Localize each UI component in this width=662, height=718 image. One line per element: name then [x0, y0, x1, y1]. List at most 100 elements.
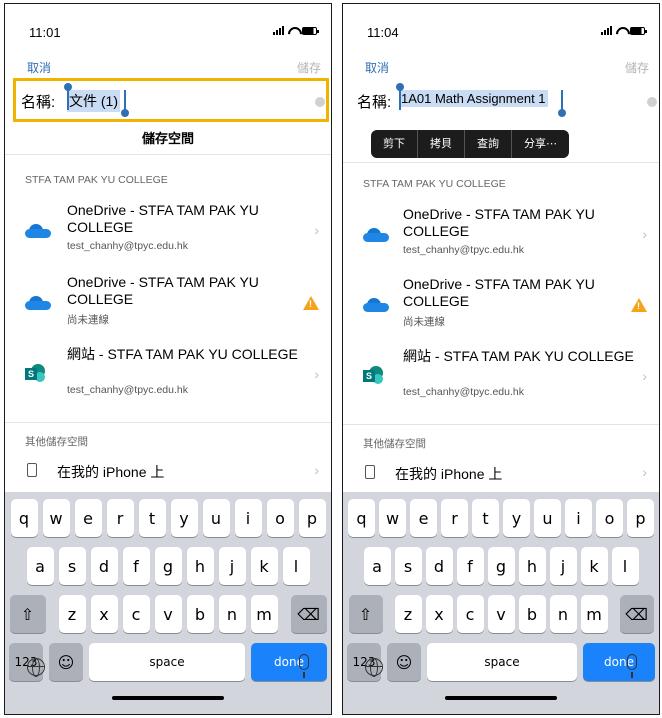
key-k[interactable]: k — [250, 547, 278, 585]
key-j[interactable]: j — [549, 547, 577, 585]
key-d[interactable]: d — [425, 547, 453, 585]
menu-cut[interactable]: 剪下 — [371, 130, 418, 158]
backspace-key[interactable]: ⌫ — [619, 595, 654, 633]
nav-bar: 取消 儲存 — [5, 59, 331, 79]
clear-icon[interactable] — [647, 97, 657, 107]
storage-item-onedrive-offline[interactable]: OneDrive - STFA TAM PAK YU COLLEGE 尚未連線 … — [343, 272, 659, 338]
key-w[interactable]: w — [379, 499, 406, 537]
key-f[interactable]: f — [456, 547, 484, 585]
keyboard-row-3: ⇧ z x c v b n m ⌫ — [5, 595, 331, 633]
key-r[interactable]: r — [106, 499, 134, 537]
key-y[interactable]: y — [503, 499, 530, 537]
key-g[interactable]: g — [154, 547, 182, 585]
status-indicators — [273, 26, 319, 35]
left-screen: 11:01 取消 儲存 名稱: 文件 (1) 儲存空間 STFA TAM PAK… — [4, 3, 332, 715]
key-n[interactable]: n — [218, 595, 246, 633]
microphone-icon[interactable] — [627, 654, 637, 678]
key-a[interactable]: a — [363, 547, 391, 585]
storage-item-account: test_chanhy@tpyc.edu.hk — [403, 244, 524, 256]
sharepoint-icon: S — [363, 366, 383, 386]
key-v[interactable]: v — [487, 595, 515, 633]
menu-copy[interactable]: 拷貝 — [418, 130, 465, 158]
key-s[interactable]: s — [394, 547, 422, 585]
key-t[interactable]: t — [138, 499, 166, 537]
name-field[interactable]: 名稱: 1A01 Math Assignment 1 — [347, 83, 657, 120]
key-o[interactable]: o — [596, 499, 623, 537]
globe-icon[interactable] — [27, 658, 45, 677]
key-w[interactable]: w — [42, 499, 70, 537]
key-r[interactable]: r — [441, 499, 468, 537]
key-h[interactable]: h — [518, 547, 546, 585]
storage-item-account: test_chanhy@tpyc.edu.hk — [67, 384, 188, 396]
key-z[interactable]: z — [58, 595, 86, 633]
cancel-button[interactable]: 取消 — [27, 59, 51, 76]
status-indicators — [601, 26, 647, 35]
key-i[interactable]: i — [234, 499, 262, 537]
key-g[interactable]: g — [487, 547, 515, 585]
shift-key[interactable]: ⇧ — [348, 595, 383, 633]
edit-context-menu: 剪下 拷貝 查詢 分享⋯ — [371, 130, 569, 158]
storage-item-sharepoint[interactable]: S 網站 - STFA TAM PAK YU COLLEGE test_chan… — [5, 342, 331, 408]
microphone-icon[interactable] — [299, 654, 309, 678]
storage-item-iphone[interactable]: 在我的 iPhone 上 › — [343, 461, 659, 485]
home-indicator[interactable] — [112, 696, 224, 700]
save-button[interactable]: 儲存 — [625, 59, 649, 76]
selection-start-handle[interactable] — [396, 83, 404, 110]
key-x[interactable]: x — [90, 595, 118, 633]
key-t[interactable]: t — [472, 499, 499, 537]
key-u[interactable]: u — [202, 499, 230, 537]
storage-item-title: OneDrive - STFA TAM PAK YU COLLEGE — [403, 276, 595, 309]
storage-item-onedrive[interactable]: OneDrive - STFA TAM PAK YU COLLEGE test_… — [5, 198, 331, 264]
key-p[interactable]: p — [627, 499, 654, 537]
key-v[interactable]: v — [154, 595, 182, 633]
key-l[interactable]: l — [611, 547, 639, 585]
key-q[interactable]: q — [10, 499, 38, 537]
key-l[interactable]: l — [282, 547, 310, 585]
save-button[interactable]: 儲存 — [297, 59, 321, 76]
key-z[interactable]: z — [394, 595, 422, 633]
key-i[interactable]: i — [565, 499, 592, 537]
key-b[interactable]: b — [518, 595, 546, 633]
key-c[interactable]: c — [122, 595, 150, 633]
key-d[interactable]: d — [90, 547, 118, 585]
name-input[interactable]: 1A01 Math Assignment 1 — [399, 90, 548, 107]
backspace-key[interactable]: ⌫ — [290, 595, 327, 633]
key-p[interactable]: p — [298, 499, 326, 537]
key-b[interactable]: b — [186, 595, 214, 633]
storage-item-status: 尚未連線 — [67, 314, 109, 326]
key-q[interactable]: q — [348, 499, 375, 537]
key-s[interactable]: s — [58, 547, 86, 585]
storage-item-onedrive[interactable]: OneDrive - STFA TAM PAK YU COLLEGE test_… — [343, 202, 659, 268]
storage-item-iphone[interactable]: 在我的 iPhone 上 › — [5, 459, 331, 483]
key-y[interactable]: y — [170, 499, 198, 537]
battery-icon — [302, 26, 319, 35]
storage-item-onedrive-offline[interactable]: OneDrive - STFA TAM PAK YU COLLEGE 尚未連線 … — [5, 270, 331, 336]
storage-item-title: OneDrive - STFA TAM PAK YU COLLEGE — [403, 206, 595, 239]
key-o[interactable]: o — [266, 499, 294, 537]
key-e[interactable]: e — [74, 499, 102, 537]
key-k[interactable]: k — [580, 547, 608, 585]
menu-lookup[interactable]: 查詢 — [465, 130, 512, 158]
globe-icon[interactable] — [365, 658, 383, 677]
key-u[interactable]: u — [534, 499, 561, 537]
warning-icon: ! — [303, 296, 319, 310]
key-e[interactable]: e — [410, 499, 437, 537]
key-x[interactable]: x — [425, 595, 453, 633]
key-a[interactable]: a — [26, 547, 54, 585]
storage-item-title: OneDrive - STFA TAM PAK YU COLLEGE — [67, 202, 259, 235]
cancel-button[interactable]: 取消 — [365, 59, 389, 76]
key-f[interactable]: f — [122, 547, 150, 585]
shift-key[interactable]: ⇧ — [9, 595, 46, 633]
menu-share[interactable]: 分享⋯ — [512, 130, 569, 158]
selection-end-handle[interactable] — [558, 90, 566, 117]
key-m[interactable]: m — [580, 595, 608, 633]
key-m[interactable]: m — [250, 595, 278, 633]
key-n[interactable]: n — [549, 595, 577, 633]
chevron-right-icon: › — [642, 464, 647, 480]
storage-item-sharepoint[interactable]: S 網站 - STFA TAM PAK YU COLLEGE test_chan… — [343, 344, 659, 410]
nav-bar: 取消 儲存 — [343, 59, 659, 79]
home-indicator[interactable] — [445, 696, 557, 700]
key-c[interactable]: c — [456, 595, 484, 633]
key-j[interactable]: j — [218, 547, 246, 585]
key-h[interactable]: h — [186, 547, 214, 585]
